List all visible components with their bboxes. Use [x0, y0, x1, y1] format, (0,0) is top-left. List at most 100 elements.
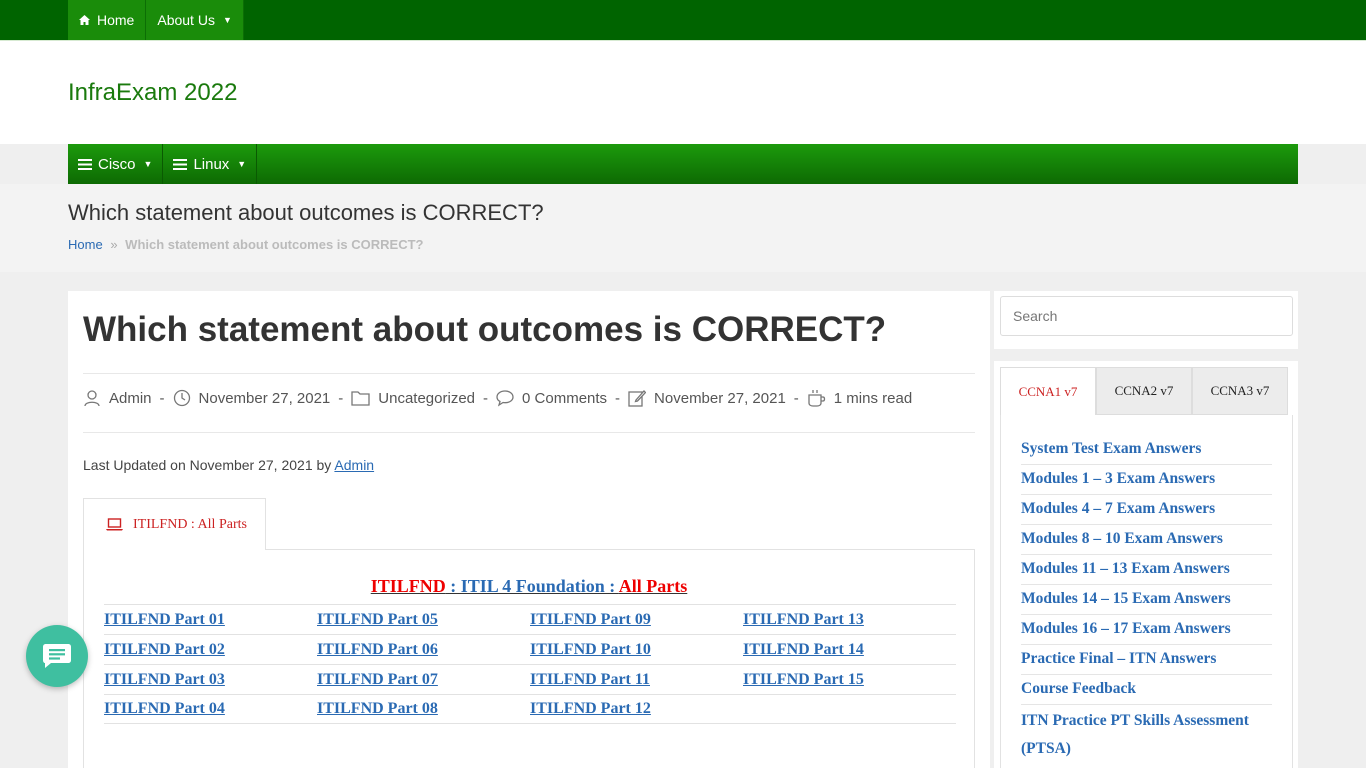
coffee-icon: [808, 390, 825, 407]
top-bar: Home About Us ▼: [0, 0, 1366, 40]
site-title[interactable]: InfraExam 2022: [68, 79, 237, 107]
edit-icon: [628, 390, 647, 407]
comment-icon: [496, 389, 514, 406]
exam-tab-panel: System Test Exam Answers Modules 1 – 3 E…: [1000, 415, 1293, 768]
part-link[interactable]: ITILFND Part 07: [317, 671, 530, 689]
parts-title[interactable]: ITILFND : ITIL 4 Foundation : All Parts: [84, 576, 974, 597]
meta-modified-date: November 27, 2021: [654, 389, 786, 407]
main-nav-cisco-label: Cisco: [98, 155, 136, 173]
meta-separator: -: [615, 389, 621, 407]
exam-tabs-widget: CCNA1 v7 CCNA2 v7 CCNA3 v7 System Test E…: [994, 361, 1298, 768]
table-row: ITILFND Part 01 ITILFND Part 05 ITILFND …: [104, 604, 956, 634]
meta-published-date: November 27, 2021: [198, 389, 331, 407]
part-link[interactable]: ITILFND Part 04: [104, 700, 317, 718]
parts-table: ITILFND Part 01 ITILFND Part 05 ITILFND …: [104, 604, 956, 724]
caret-down-icon: ▼: [143, 159, 153, 169]
list-item[interactable]: Modules 11 – 13 Exam Answers: [1021, 555, 1272, 585]
parts-title-exam: ITILFND: [370, 576, 446, 596]
laptop-icon: [106, 518, 123, 531]
tab-ccna2[interactable]: CCNA2 v7: [1096, 367, 1192, 415]
post-meta: Admin - November 27, 2021 - Uncategorize…: [83, 389, 912, 407]
table-row: ITILFND Part 02 ITILFND Part 06 ITILFND …: [104, 634, 956, 664]
tab-ccna3[interactable]: CCNA3 v7: [1192, 367, 1288, 415]
breadcrumb-home-link[interactable]: Home: [68, 237, 103, 252]
part-link[interactable]: ITILFND Part 03: [104, 671, 317, 689]
tab-panel: ITILFND : ITIL 4 Foundation : All Parts …: [83, 549, 975, 768]
breadcrumb: Home » Which statement about outcomes is…: [68, 237, 423, 252]
meta-modified: November 27, 2021: [628, 389, 786, 407]
list-item[interactable]: Modules 16 – 17 Exam Answers: [1021, 615, 1272, 645]
divider: [83, 373, 975, 374]
meta-comments: 0 Comments: [496, 390, 607, 407]
breadcrumb-current: Which statement about outcomes is CORREC…: [125, 237, 424, 252]
part-link[interactable]: ITILFND Part 11: [530, 671, 743, 689]
top-nav-about-label: About Us: [157, 12, 215, 28]
top-nav-home-label: Home: [97, 12, 135, 28]
chat-icon: [43, 644, 71, 668]
meta-read-time-text: 1 mins read: [833, 389, 913, 407]
caret-down-icon: ▼: [222, 15, 232, 25]
meta-comments-link[interactable]: 0 Comments: [522, 390, 607, 407]
list-item[interactable]: Course Feedback: [1021, 675, 1272, 705]
last-updated-text: Last Updated on November 27, 2021 by: [83, 457, 332, 473]
meta-separator: -: [793, 389, 799, 407]
tab-ccna1[interactable]: CCNA1 v7: [1000, 367, 1096, 415]
article-title: Which statement about outcomes is CORREC…: [83, 310, 887, 349]
last-updated: Last Updated on November 27, 2021 by Adm…: [83, 457, 374, 473]
meta-author: Admin: [83, 389, 152, 407]
site-header: InfraExam 2022: [0, 40, 1366, 144]
table-row: ITILFND Part 04 ITILFND Part 08 ITILFND …: [104, 694, 956, 724]
list-item[interactable]: Modules 4 – 7 Exam Answers: [1021, 495, 1272, 525]
page-header: Which statement about outcomes is CORREC…: [0, 184, 1366, 272]
clock-icon: [173, 389, 190, 407]
main-nav-cisco[interactable]: Cisco ▼: [68, 144, 164, 184]
main-nav-linux[interactable]: Linux ▼: [163, 144, 258, 184]
list-item[interactable]: ITN Practice PT Skills Assessment (PTSA): [1021, 705, 1272, 768]
article: Which statement about outcomes is CORREC…: [68, 291, 990, 768]
home-icon: [79, 15, 90, 25]
main-nav-linux-label: Linux: [193, 155, 230, 173]
menu-icon: [173, 158, 188, 170]
meta-category-link[interactable]: Uncategorized: [378, 390, 475, 407]
part-link[interactable]: ITILFND Part 06: [317, 641, 530, 659]
table-row: ITILFND Part 03 ITILFND Part 07 ITILFND …: [104, 664, 956, 694]
part-link[interactable]: ITILFND Part 12: [530, 700, 743, 718]
list-item[interactable]: Modules 8 – 10 Exam Answers: [1021, 525, 1272, 555]
meta-separator: -: [159, 389, 165, 407]
part-link[interactable]: ITILFND Part 10: [530, 641, 743, 659]
chat-button[interactable]: [26, 625, 88, 687]
meta-separator: -: [338, 389, 344, 407]
search-input[interactable]: [1000, 296, 1293, 336]
part-link[interactable]: ITILFND Part 13: [743, 611, 956, 629]
folder-icon: [351, 391, 370, 406]
user-icon: [84, 390, 100, 407]
part-link[interactable]: ITILFND Part 01: [104, 611, 317, 629]
list-item[interactable]: Modules 1 – 3 Exam Answers: [1021, 465, 1272, 495]
part-link[interactable]: ITILFND Part 09: [530, 611, 743, 629]
tab-all-parts-label: ITILFND : All Parts: [133, 516, 247, 532]
top-nav: Home About Us ▼: [68, 0, 244, 40]
part-link[interactable]: ITILFND Part 15: [743, 671, 956, 689]
meta-published: November 27, 2021: [173, 389, 331, 407]
part-link[interactable]: ITILFND Part 08: [317, 700, 530, 718]
top-nav-about[interactable]: About Us ▼: [146, 0, 244, 40]
part-link[interactable]: ITILFND Part 02: [104, 641, 317, 659]
list-item[interactable]: System Test Exam Answers: [1021, 435, 1272, 465]
parts-title-all: All Parts: [618, 576, 688, 596]
exam-tabs: CCNA1 v7 CCNA2 v7 CCNA3 v7: [1000, 367, 1288, 415]
meta-author-link[interactable]: Admin: [109, 390, 152, 407]
part-link[interactable]: ITILFND Part 14: [743, 641, 956, 659]
meta-separator: -: [483, 389, 489, 407]
tab-all-parts[interactable]: ITILFND : All Parts: [83, 498, 266, 550]
divider: [83, 432, 975, 433]
last-updated-author-link[interactable]: Admin: [334, 457, 374, 473]
list-item[interactable]: Practice Final – ITN Answers: [1021, 645, 1272, 675]
meta-category: Uncategorized: [351, 390, 475, 407]
breadcrumb-separator: »: [110, 237, 118, 252]
top-nav-home[interactable]: Home: [68, 0, 147, 40]
exam-link-list: System Test Exam Answers Modules 1 – 3 E…: [1021, 435, 1272, 768]
part-link[interactable]: ITILFND Part 05: [317, 611, 530, 629]
caret-down-icon: ▼: [237, 159, 247, 169]
meta-read-time: 1 mins read: [807, 389, 912, 407]
list-item[interactable]: Modules 14 – 15 Exam Answers: [1021, 585, 1272, 615]
